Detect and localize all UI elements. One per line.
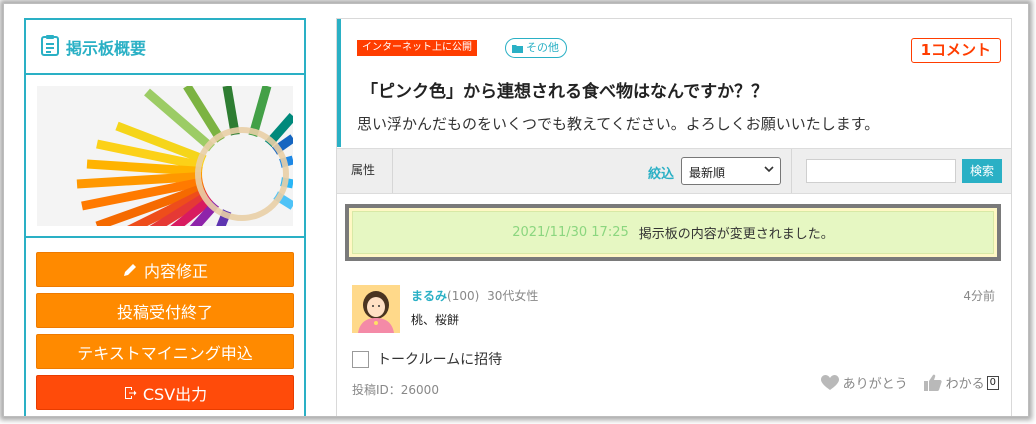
sidebar: 掲示板概要 内容修正 投稿受付終了 テキストマイニング申込 CSV出力 xyxy=(24,18,306,416)
comment-author: まるみ(100) 30代女性 xyxy=(411,287,538,304)
post-title: 「ピンク色」から連想される食べ物はなんですか？？ xyxy=(361,82,769,102)
thumbs-up-icon[interactable] xyxy=(923,374,942,391)
invite-checkbox[interactable] xyxy=(352,350,369,368)
avatar[interactable] xyxy=(352,285,400,333)
sidebar-title: 掲示板概要 xyxy=(66,38,147,58)
thanks-button[interactable]: ありがとう xyxy=(843,373,908,392)
sort-select[interactable]: 最新順 xyxy=(681,157,781,185)
comment-body: 桃、桜餅 xyxy=(411,313,460,327)
notice-message: 掲示板の内容が変更されました。 xyxy=(638,227,834,242)
text-mining-request-button[interactable]: テキストマイニング申込 xyxy=(36,334,294,369)
comment-count-badge[interactable]: 1コメント xyxy=(910,38,1001,63)
filter-bar: 属性 絞込 最新順 検索 xyxy=(337,148,1011,194)
change-notice-inner: 2021/11/30 17:25 掲示板の内容が変更されました。 xyxy=(352,211,994,254)
csv-export-label: CSV出力 xyxy=(142,384,208,404)
close-submissions-button[interactable]: 投稿受付終了 xyxy=(36,293,294,328)
main-content: インターネット上に公開 その他 1コメント 「ピンク色」から連想される食べ物はな… xyxy=(336,18,1012,416)
agree-button[interactable]: わかる xyxy=(946,373,985,392)
invite-label: トークルームに招待 xyxy=(377,352,503,368)
edit-content-label: 内容修正 xyxy=(143,261,208,281)
comment-time: 4分前 xyxy=(963,289,995,303)
edit-content-button[interactable]: 内容修正 xyxy=(36,252,294,287)
heart-icon[interactable] xyxy=(820,374,839,391)
app-frame: 掲示板概要 内容修正 投稿受付終了 テキストマイニング申込 CSV出力 インター… xyxy=(3,3,1029,417)
board-thumbnail-image xyxy=(26,75,304,238)
search-input[interactable] xyxy=(806,159,956,183)
change-notice: 2021/11/30 17:25 掲示板の内容が変更されました。 xyxy=(345,204,1001,261)
attribute-filter[interactable]: 属性 xyxy=(337,149,393,193)
export-icon xyxy=(123,386,137,400)
category-label: その他 xyxy=(526,41,559,54)
reactions: ありがとう わかる 0 xyxy=(820,373,999,392)
visibility-tag: インターネット上に公開 xyxy=(357,40,477,56)
post-header: インターネット上に公開 その他 1コメント 「ピンク色」から連想される食べ物はな… xyxy=(337,19,1011,147)
divider xyxy=(791,149,792,193)
close-submissions-label: 投稿受付終了 xyxy=(116,302,213,322)
comment-item: まるみ(100) 30代女性 4分前 桃、桜餅 トークルームに招待 投稿ID：2… xyxy=(337,277,1011,416)
agree-count: 0 xyxy=(986,375,999,390)
search-button[interactable]: 検索 xyxy=(962,159,1002,183)
post-description: 思い浮かんだものをいくつでも教えてください。よろしくお願いいたします。 xyxy=(357,115,880,133)
author-name[interactable]: まるみ xyxy=(411,289,447,303)
author-points: (100) xyxy=(447,289,480,303)
folder-icon xyxy=(512,44,523,53)
notice-timestamp: 2021/11/30 17:25 xyxy=(512,225,629,240)
sidebar-actions: 内容修正 投稿受付終了 テキストマイニング申込 CSV出力 xyxy=(26,238,304,410)
category-tag[interactable]: その他 xyxy=(505,38,567,58)
post-id: 投稿ID：26000 xyxy=(352,383,439,397)
text-mining-label: テキストマイニング申込 xyxy=(77,343,253,363)
csv-export-button[interactable]: CSV出力 xyxy=(36,375,294,410)
author-profile: 30代女性 xyxy=(487,289,539,303)
chevron-down-icon xyxy=(764,164,774,177)
narrow-label: 絞込 xyxy=(648,167,675,182)
clipboard-icon xyxy=(40,34,60,60)
pencil-icon xyxy=(122,262,138,278)
colored-pencils-picture xyxy=(37,85,293,226)
invite-to-talkroom[interactable]: トークルームに招待 xyxy=(352,349,502,369)
sort-select-value: 最新順 xyxy=(689,166,726,180)
sidebar-header: 掲示板概要 xyxy=(26,20,304,75)
